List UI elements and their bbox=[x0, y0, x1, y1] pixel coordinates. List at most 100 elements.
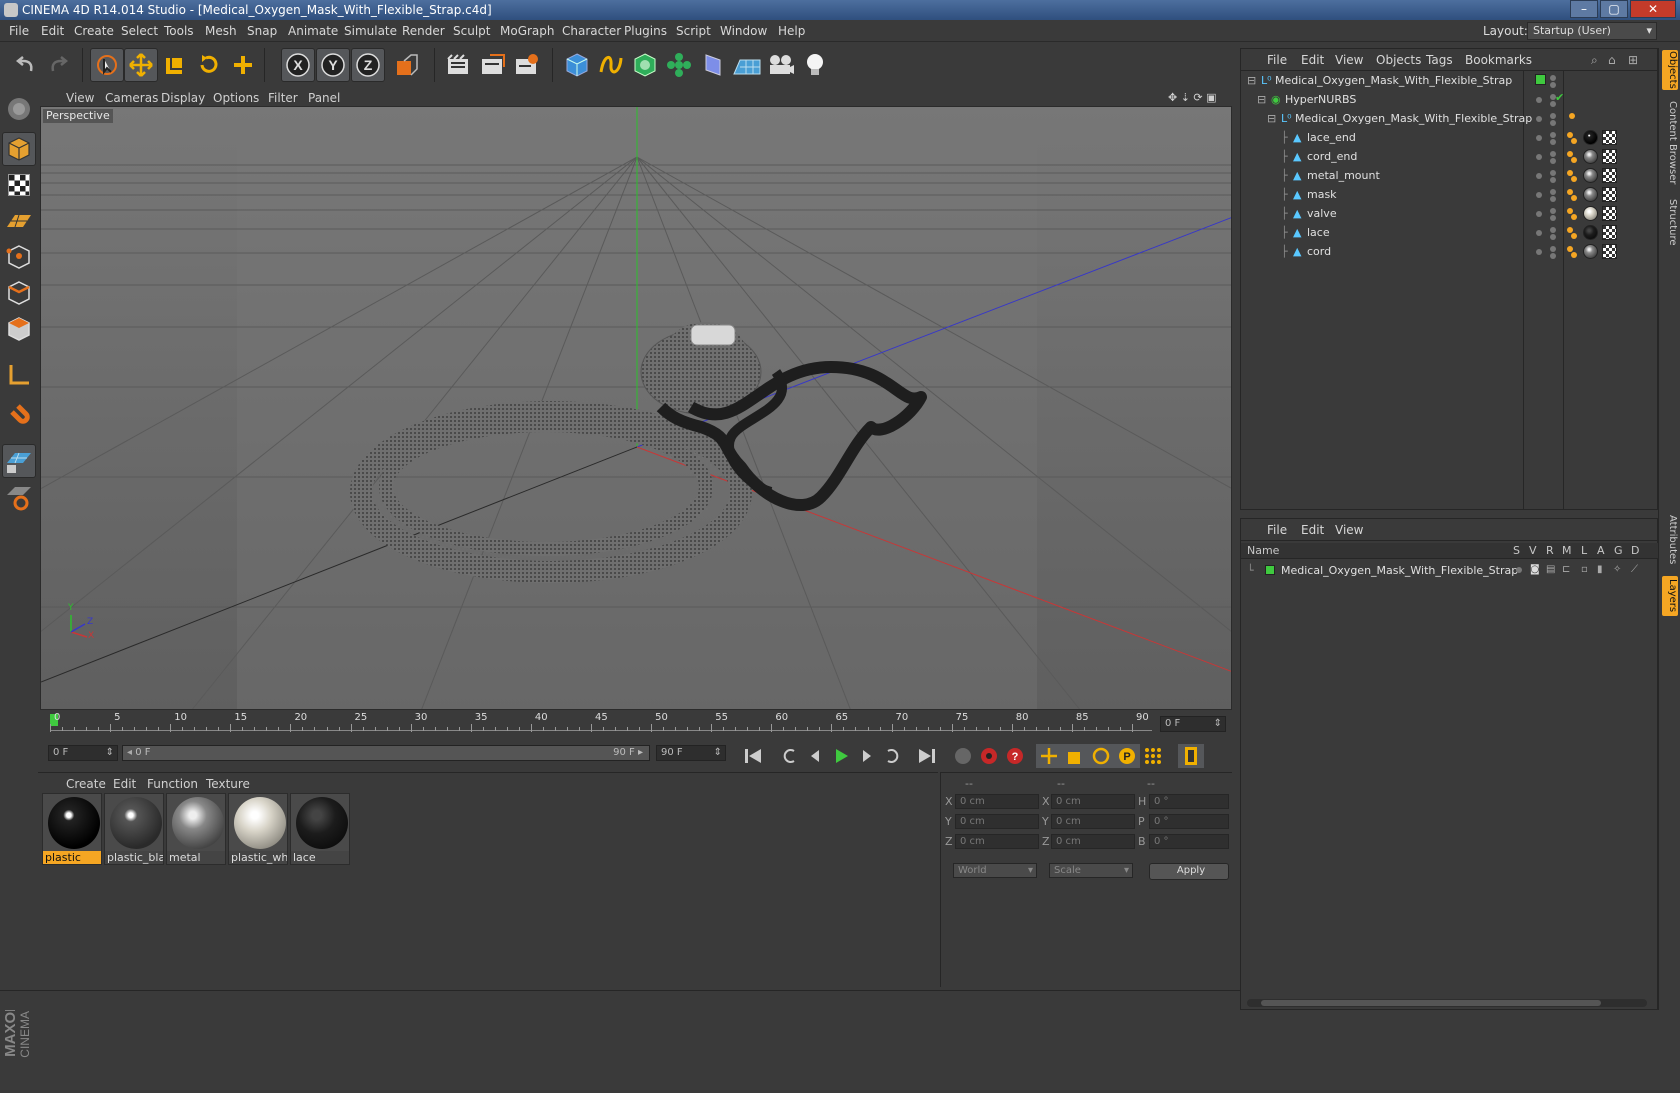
timeline-window-icon[interactable] bbox=[1178, 744, 1204, 768]
layer-col-a[interactable]: A bbox=[1597, 544, 1605, 557]
material-swatch[interactable]: metal bbox=[166, 793, 226, 865]
play-icon[interactable] bbox=[828, 744, 854, 768]
expand-icon[interactable]: ⊟ bbox=[1257, 93, 1266, 106]
object-menu-bookmarks[interactable]: Bookmarks bbox=[1465, 53, 1532, 67]
viewport-menu-options[interactable]: Options bbox=[213, 91, 259, 105]
size-y-field[interactable]: 0 cm bbox=[1051, 814, 1135, 829]
model-mode-icon[interactable] bbox=[2, 132, 36, 166]
go-to-start-icon[interactable] bbox=[740, 744, 766, 768]
redo-icon[interactable] bbox=[42, 48, 76, 82]
nurbs-icon[interactable] bbox=[628, 48, 662, 82]
object-menu-tags[interactable]: Tags bbox=[1426, 53, 1453, 67]
layer-col-v[interactable]: V bbox=[1529, 544, 1537, 557]
undo-icon[interactable] bbox=[8, 48, 42, 82]
menu-simulate[interactable]: Simulate bbox=[344, 24, 397, 38]
material-tag[interactable] bbox=[1583, 187, 1598, 202]
layer-col-name[interactable]: Name bbox=[1247, 544, 1279, 557]
expand-icon[interactable]: ⊟ bbox=[1267, 112, 1276, 125]
timeline-ruler[interactable]: 0 5 10 15 20 25 30 35 40 45 50 55 60 65 70 75 80 85 90 0 F… bbox=[38, 712, 1232, 738]
viewport-menu-panel[interactable]: Panel bbox=[308, 91, 340, 105]
rotation-p-field[interactable]: 0 ° bbox=[1149, 814, 1229, 829]
spline-icon[interactable] bbox=[594, 48, 628, 82]
animation-layer-icon[interactable]: ▮ bbox=[1597, 564, 1603, 575]
object-row[interactable]: ├ ▲ cord bbox=[1241, 242, 1658, 262]
object-row[interactable]: ├ ▲ metal_mount bbox=[1241, 166, 1658, 186]
maximize-button[interactable]: ▢ bbox=[1600, 0, 1628, 18]
live-selection-icon[interactable] bbox=[90, 48, 124, 82]
menu-character[interactable]: Character bbox=[562, 24, 621, 38]
record-icon[interactable] bbox=[976, 744, 1002, 768]
menu-mesh[interactable]: Mesh bbox=[205, 24, 237, 38]
layer-col-r[interactable]: R bbox=[1546, 544, 1554, 557]
viewport-menu-filter[interactable]: Filter bbox=[268, 91, 298, 105]
object-row[interactable]: ⊟ L⁰ Medical_Oxygen_Mask_With_Flexible_S… bbox=[1241, 109, 1658, 129]
render-layer-icon[interactable]: ▤ bbox=[1546, 564, 1555, 575]
material-tag[interactable] bbox=[1583, 244, 1598, 259]
key-rotation-icon[interactable] bbox=[1088, 744, 1114, 768]
material-swatch[interactable]: plastic bbox=[42, 793, 102, 865]
enabled-check-icon[interactable]: ✔ bbox=[1555, 91, 1564, 104]
material-tag[interactable] bbox=[1583, 225, 1598, 240]
tab-attributes[interactable]: Attributes bbox=[1662, 512, 1678, 568]
texture-tag[interactable] bbox=[1602, 206, 1617, 221]
visible-eye-icon[interactable]: ◙ bbox=[1530, 564, 1540, 575]
camera-icon[interactable] bbox=[764, 48, 798, 82]
record-disabled-icon[interactable] bbox=[950, 744, 976, 768]
snap-icon[interactable] bbox=[2, 480, 36, 514]
menu-select[interactable]: Select bbox=[121, 24, 158, 38]
z-axis-lock-icon[interactable]: Z bbox=[351, 48, 385, 82]
key-parameter-icon[interactable]: P bbox=[1114, 744, 1140, 768]
deformer-icon[interactable] bbox=[696, 48, 730, 82]
expand-icon[interactable]: ⊟ bbox=[1247, 74, 1256, 87]
texture-tag[interactable] bbox=[1602, 168, 1617, 183]
menu-file[interactable]: File bbox=[9, 24, 29, 38]
object-row[interactable]: ├ ▲ mask bbox=[1241, 185, 1658, 205]
tab-content-browser[interactable]: Content Browser bbox=[1662, 98, 1678, 188]
cube-icon[interactable] bbox=[560, 48, 594, 82]
key-point-level-icon[interactable] bbox=[1140, 744, 1166, 768]
polygons-mode-icon[interactable] bbox=[2, 312, 36, 346]
layer-col-g[interactable]: G bbox=[1614, 544, 1623, 557]
viewport-nav-icons[interactable]: ✥ ⇣ ⟳ ▣ bbox=[1168, 91, 1217, 104]
menu-script[interactable]: Script bbox=[676, 24, 711, 38]
previous-frame-icon[interactable] bbox=[802, 744, 828, 768]
workplane-mode-icon[interactable] bbox=[2, 204, 36, 238]
key-scale-icon[interactable] bbox=[1062, 744, 1088, 768]
move-icon[interactable] bbox=[124, 48, 158, 82]
layer-menu-file[interactable]: File bbox=[1267, 523, 1287, 537]
render-picture-viewer-icon[interactable] bbox=[476, 48, 510, 82]
x-axis-lock-icon[interactable]: X bbox=[281, 48, 315, 82]
material-menu-edit[interactable]: Edit bbox=[113, 777, 136, 791]
add-icon[interactable] bbox=[226, 48, 260, 82]
scale-icon[interactable] bbox=[158, 48, 192, 82]
object-row[interactable]: ⊟ ◉ HyperNURBS ✔ bbox=[1241, 90, 1658, 110]
viewport-menu-view[interactable]: View bbox=[66, 91, 94, 105]
home-icon[interactable]: ⌂ bbox=[1608, 53, 1616, 67]
key-position-icon[interactable] bbox=[1036, 744, 1062, 768]
material-tag[interactable] bbox=[1583, 168, 1598, 183]
rotation-h-field[interactable]: 0 ° bbox=[1149, 794, 1229, 809]
menu-create[interactable]: Create bbox=[74, 24, 114, 38]
tab-layers[interactable]: Layers bbox=[1662, 576, 1678, 616]
layer-row[interactable]: └ Medical_Oxygen_Mask_With_Flexible_Stra… bbox=[1241, 561, 1658, 581]
viewport-menu-display[interactable]: Display bbox=[161, 91, 205, 105]
material-tag[interactable] bbox=[1583, 130, 1598, 145]
layer-col-d[interactable]: D bbox=[1631, 544, 1639, 557]
material-swatch[interactable]: plastic_bla bbox=[104, 793, 164, 865]
material-tag[interactable] bbox=[1583, 206, 1598, 221]
close-button[interactable]: ✕ bbox=[1630, 0, 1676, 18]
material-menu-create[interactable]: Create bbox=[66, 777, 106, 791]
material-menu-function[interactable]: Function bbox=[147, 777, 198, 791]
scale-select[interactable]: Scale ▾ bbox=[1049, 863, 1133, 878]
material-tag[interactable] bbox=[1583, 149, 1598, 164]
object-menu-view[interactable]: View bbox=[1335, 53, 1363, 67]
tab-objects[interactable]: Objects bbox=[1662, 50, 1678, 90]
frame-range-slider[interactable]: ◂ 0 F 90 F ▸ bbox=[122, 745, 650, 761]
light-icon[interactable] bbox=[798, 48, 832, 82]
axis-mode-icon[interactable] bbox=[2, 358, 36, 392]
texture-tag[interactable] bbox=[1602, 244, 1617, 259]
menu-window[interactable]: Window bbox=[720, 24, 767, 38]
array-icon[interactable] bbox=[662, 48, 696, 82]
position-z-field[interactable]: 0 cm bbox=[955, 834, 1039, 849]
object-row[interactable]: ├ ▲ lace_end bbox=[1241, 128, 1658, 148]
